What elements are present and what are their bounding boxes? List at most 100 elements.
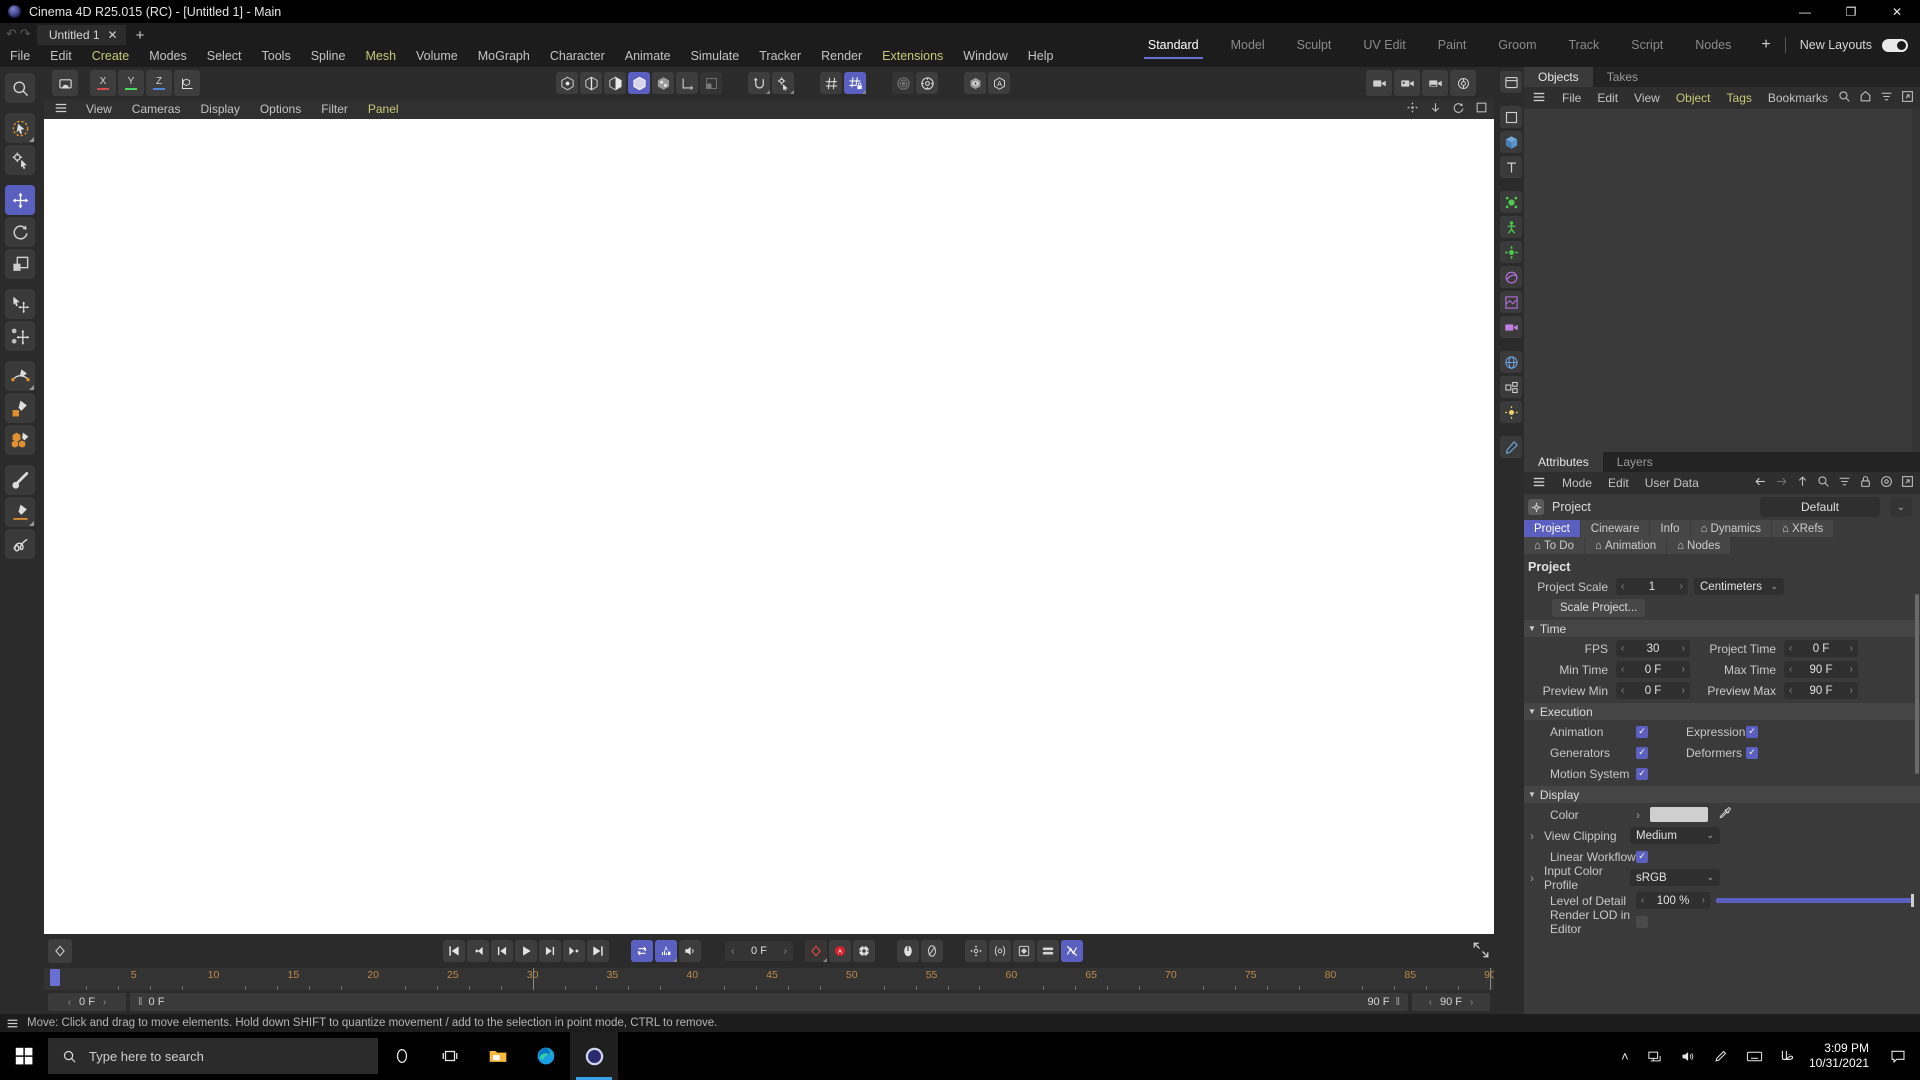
menu-mesh[interactable]: Mesh	[355, 45, 406, 67]
menu-help[interactable]: Help	[1018, 45, 1064, 67]
loop-playback-button[interactable]	[631, 940, 653, 962]
material-icon[interactable]	[1500, 436, 1522, 458]
right-prev-arrow[interactable]: ‹	[1429, 997, 1432, 1008]
lock-icon[interactable]	[1859, 475, 1872, 491]
objects-scrollbar[interactable]	[1912, 109, 1920, 452]
keyboard-icon[interactable]	[1737, 1048, 1772, 1065]
layout-tab-script[interactable]: Script	[1615, 23, 1679, 67]
cinema4d-icon[interactable]	[570, 1032, 618, 1080]
undo-toolbar-button[interactable]	[52, 70, 78, 96]
objects-menu-view[interactable]: View	[1626, 91, 1668, 105]
coordinate-system-button[interactable]	[174, 70, 200, 96]
render-settings-button[interactable]	[916, 72, 938, 94]
cortana-icon[interactable]	[378, 1032, 426, 1080]
previous-frame-button[interactable]	[491, 940, 513, 962]
min-time-field[interactable]: ‹ 0 F ›	[1616, 661, 1690, 678]
preview-min-field[interactable]: ‹ 0 F ›	[1616, 682, 1690, 699]
menu-animate[interactable]: Animate	[615, 45, 681, 67]
point-level-animation-button[interactable]	[965, 940, 987, 962]
add-layout-button[interactable]: +	[1747, 36, 1784, 54]
scale-tool-button[interactable]	[5, 249, 35, 279]
maxtime-next[interactable]: ›	[1850, 664, 1853, 675]
objects-menu-object[interactable]: Object	[1668, 91, 1719, 105]
menu-edit[interactable]: Edit	[40, 45, 82, 67]
expand-timeline-button[interactable]	[1472, 941, 1490, 962]
previous-key-button[interactable]	[467, 940, 489, 962]
deformers-exec-checkbox[interactable]	[1746, 746, 1758, 759]
layout-tab-paint[interactable]: Paint	[1422, 23, 1483, 67]
objects-tree[interactable]	[1524, 109, 1920, 452]
frame-next-arrow[interactable]: ›	[784, 946, 787, 957]
tab-layers[interactable]: Layers	[1603, 452, 1667, 472]
right-next-arrow[interactable]: ›	[1470, 997, 1473, 1008]
cube-primitive-icon[interactable]	[1500, 106, 1522, 128]
document-tab-untitled-1[interactable]: Untitled 1 ✕	[36, 25, 126, 45]
tab-takes[interactable]: Takes	[1593, 67, 1652, 87]
menu-extensions[interactable]: Extensions	[872, 45, 953, 67]
new-document-button[interactable]: +	[126, 28, 155, 45]
spline-pen-tool-button[interactable]	[5, 361, 35, 391]
menu-render[interactable]: Render	[811, 45, 872, 67]
render-settings-global-button[interactable]	[1450, 70, 1476, 96]
points-mode-button[interactable]	[556, 72, 578, 94]
objects-menu-bookmarks[interactable]: Bookmarks	[1760, 91, 1836, 105]
visibility-toggle-button[interactable]	[964, 72, 986, 94]
sculpt-pen-tool-button[interactable]	[5, 497, 35, 527]
menu-file[interactable]: File	[0, 45, 40, 67]
home-icon[interactable]	[1859, 90, 1872, 106]
fps-field[interactable]: ‹ 30 ›	[1616, 640, 1690, 657]
level-of-detail-slider[interactable]	[1716, 894, 1914, 907]
close-button[interactable]: ✕	[1874, 0, 1920, 23]
render-region-button[interactable]	[892, 72, 914, 94]
polygons-mode-button[interactable]	[604, 72, 626, 94]
objects-hamburger-icon[interactable]	[1524, 90, 1554, 107]
menu-modes[interactable]: Modes	[139, 45, 197, 67]
pan-icon[interactable]	[1406, 101, 1419, 117]
go-to-start-button[interactable]	[443, 940, 465, 962]
search-icon[interactable]	[1817, 475, 1830, 491]
execution-group-header[interactable]: ▼ Execution	[1524, 703, 1920, 720]
attributes-menu-edit[interactable]: Edit	[1600, 476, 1637, 490]
scale-project-button[interactable]: Scale Project...	[1552, 598, 1646, 617]
attr-tab-animation[interactable]: ⌂ Animation	[1585, 537, 1667, 554]
text-spline-icon[interactable]	[1500, 156, 1522, 178]
scene-icon[interactable]	[1500, 291, 1522, 313]
layout-tab-model[interactable]: Model	[1215, 23, 1281, 67]
layout-tab-uv-edit[interactable]: UV Edit	[1347, 23, 1421, 67]
preset-caret-icon[interactable]: ⌄	[1890, 497, 1912, 517]
notification-icon[interactable]	[1881, 1048, 1920, 1064]
render-to-picture-viewer-button[interactable]	[1394, 70, 1420, 96]
pen-icon[interactable]	[1704, 1049, 1737, 1064]
character-icon[interactable]	[1500, 216, 1522, 238]
menu-select[interactable]: Select	[197, 45, 252, 67]
motion-system-checkbox[interactable]	[1636, 767, 1648, 780]
tab-objects[interactable]: Objects	[1524, 67, 1593, 87]
scale-next-arrow[interactable]: ›	[1680, 581, 1683, 592]
objects-menu-tags[interactable]: Tags	[1719, 91, 1760, 105]
menu-mograph[interactable]: MoGraph	[468, 45, 540, 67]
windows-start-icon[interactable]	[0, 1032, 48, 1080]
render-view-button[interactable]	[1366, 70, 1392, 96]
tab-attributes[interactable]: Attributes	[1524, 452, 1603, 472]
annotation-tool-button[interactable]: A	[988, 72, 1010, 94]
input-color-profile-expand-arrow[interactable]: ›	[1524, 871, 1538, 885]
timeline-left-field[interactable]: ‹ 0 F ›	[48, 993, 126, 1011]
attributes-menu-user-data[interactable]: User Data	[1637, 476, 1707, 490]
project-scale-field[interactable]: ‹ 1 ›	[1616, 578, 1688, 595]
maximize-button[interactable]: ❐	[1828, 0, 1874, 23]
fps-next[interactable]: ›	[1682, 643, 1685, 654]
next-key-button[interactable]	[563, 940, 585, 962]
texture-axis-mode-button[interactable]	[676, 72, 698, 94]
maximize-viewport-icon[interactable]	[1475, 101, 1488, 117]
workplane-mode-button[interactable]	[700, 72, 722, 94]
attr-tab-to-do[interactable]: ⌂ To Do	[1524, 537, 1584, 554]
pmax-next[interactable]: ›	[1850, 685, 1853, 696]
viewport-menu-cameras[interactable]: Cameras	[122, 102, 191, 116]
layout-tab-sculpt[interactable]: Sculpt	[1281, 23, 1348, 67]
record-active-objects-button[interactable]	[805, 940, 827, 962]
network-icon[interactable]	[1638, 1049, 1671, 1064]
project-scale-unit-select[interactable]: Centimeters ⌄	[1694, 578, 1784, 595]
popout-icon[interactable]	[1901, 90, 1914, 106]
attr-tab-nodes[interactable]: ⌂ Nodes	[1667, 537, 1731, 554]
polygon-tools-button[interactable]	[5, 425, 35, 455]
